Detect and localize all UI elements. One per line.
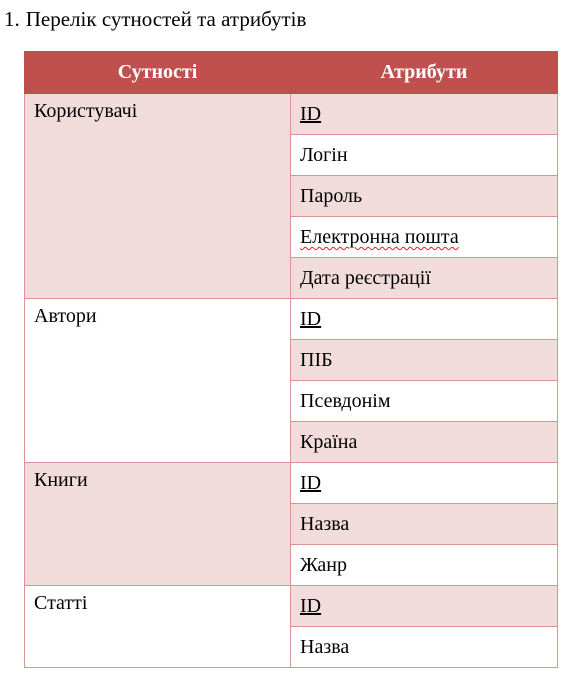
attribute-key: ID — [300, 308, 322, 330]
attribute-cell: Електронна пошта — [290, 216, 558, 258]
table-row: Статті ID — [24, 585, 558, 668]
column-header-attributes: Атрибути — [290, 51, 558, 94]
attribute-cell: ID — [290, 93, 558, 135]
entity-cell-articles: Статті — [24, 585, 291, 668]
table-header-row: Сутності Атрибути — [24, 51, 558, 94]
heading-text: Перелік сутностей та атрибутів — [25, 7, 307, 31]
attribute-cell: Жанр — [290, 544, 558, 586]
entities-attributes-table: Сутності Атрибути Користувачі ID Логін П… — [24, 51, 558, 668]
table-row: Користувачі ID — [24, 93, 558, 299]
entity-cell-books: Книги — [24, 462, 291, 586]
column-header-entities: Сутності — [24, 51, 291, 94]
attribute-key: ID — [300, 103, 322, 125]
attribute-cell: Логін — [290, 134, 558, 176]
attribute-cell: Дата реєстрації — [290, 257, 558, 299]
attribute-key: ID — [300, 472, 322, 494]
table-row: Книги ID — [24, 462, 558, 586]
entity-cell-users: Користувачі — [24, 93, 291, 299]
attribute-cell: Назва — [290, 503, 558, 545]
attribute-cell: ПІБ — [290, 339, 558, 381]
attribute-cell: Країна — [290, 421, 558, 463]
attribute-cell: ID — [290, 462, 558, 504]
attribute-cell: Пароль — [290, 175, 558, 217]
section-heading: 1. Перелік сутностей та атрибутів — [4, 7, 306, 31]
entity-cell-authors: Автори — [24, 298, 291, 463]
heading-number: 1. — [4, 7, 20, 31]
attribute-cell: ID — [290, 585, 558, 627]
table-row: Автори ID — [24, 298, 558, 463]
attribute-text: Електронна пошта — [300, 226, 459, 248]
attribute-cell: Назва — [290, 626, 558, 668]
attribute-key: ID — [300, 595, 322, 617]
attribute-cell: Псевдонім — [290, 380, 558, 422]
attribute-cell: ID — [290, 298, 558, 340]
